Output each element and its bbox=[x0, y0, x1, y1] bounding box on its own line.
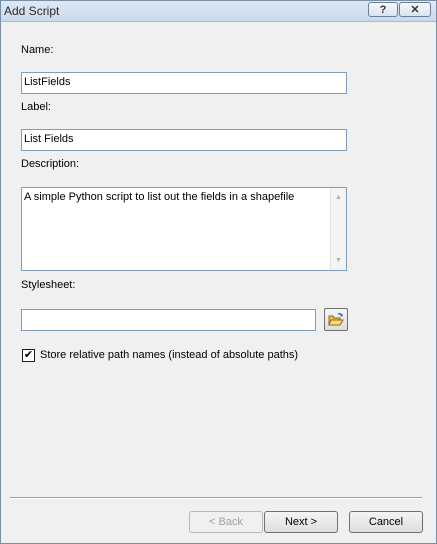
folder-open-icon bbox=[328, 312, 344, 325]
stylesheet-label: Stylesheet: bbox=[21, 279, 76, 291]
description-value: A simple Python script to list out the f… bbox=[24, 191, 295, 203]
close-button[interactable]: ✕ bbox=[399, 2, 431, 17]
browse-button[interactable] bbox=[324, 308, 348, 331]
scroll-down-icon[interactable]: ▼ bbox=[331, 253, 346, 268]
cancel-button[interactable]: Cancel bbox=[349, 511, 423, 533]
help-button[interactable]: ? bbox=[368, 2, 398, 17]
description-scrollbar[interactable]: ▲ ▼ bbox=[330, 188, 346, 270]
title-bar[interactable]: Add Script ? ✕ bbox=[1, 1, 436, 22]
stylesheet-field[interactable] bbox=[21, 309, 316, 331]
next-button[interactable]: Next > bbox=[264, 511, 338, 533]
window-title: Add Script bbox=[4, 4, 60, 18]
description-label: Description: bbox=[21, 158, 80, 170]
add-script-dialog: Add Script ? ✕ Name: ListFields Label: L… bbox=[0, 0, 437, 544]
label-field[interactable]: List Fields bbox=[21, 129, 347, 151]
label-field-value: List Fields bbox=[24, 133, 74, 145]
checkmark-icon: ✔ bbox=[23, 348, 34, 361]
back-button[interactable]: < Back bbox=[189, 511, 263, 533]
name-label: Name: bbox=[21, 44, 54, 56]
name-field-value: ListFields bbox=[24, 76, 71, 88]
relative-paths-checkbox[interactable]: ✔ bbox=[22, 348, 35, 362]
name-field[interactable]: ListFields bbox=[21, 72, 347, 94]
label-label: Label: bbox=[21, 101, 51, 113]
footer-separator bbox=[10, 497, 422, 499]
description-textarea[interactable]: A simple Python script to list out the f… bbox=[21, 187, 347, 271]
close-icon: ✕ bbox=[410, 4, 420, 16]
relative-paths-label: Store relative path names (instead of ab… bbox=[40, 349, 299, 361]
scroll-up-icon[interactable]: ▲ bbox=[331, 190, 346, 205]
relative-paths-option[interactable]: ✔ Store relative path names (instead of … bbox=[22, 348, 298, 362]
help-icon: ? bbox=[379, 3, 387, 16]
